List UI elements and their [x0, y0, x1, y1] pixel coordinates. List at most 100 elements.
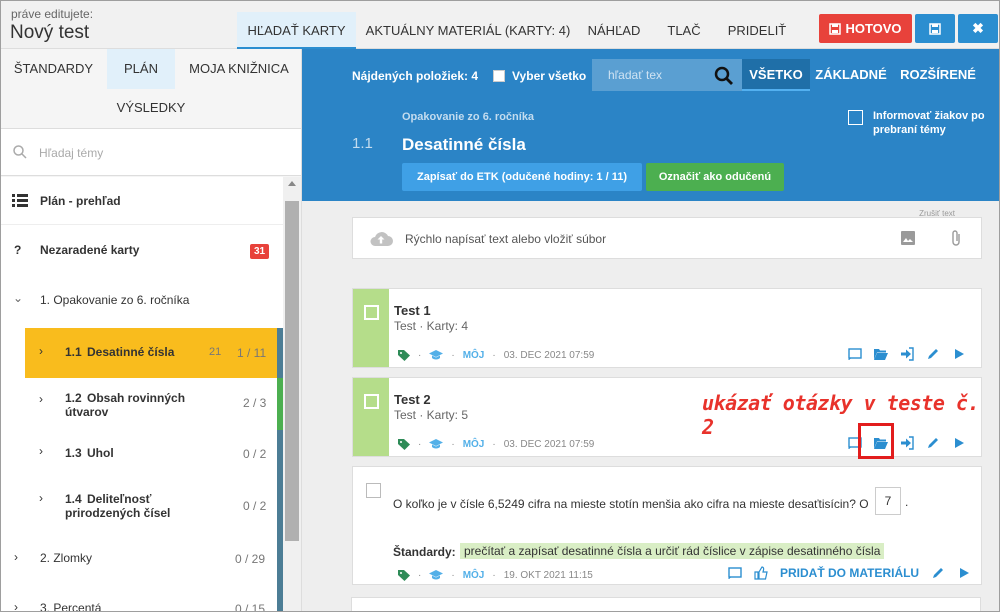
tree-item-chapter-1[interactable]: ⌄ 1. Opakovanie zo 6. ročníka — [1, 275, 283, 325]
close-button[interactable]: ✖ — [958, 14, 998, 43]
select-all-label: Vyber všetko — [512, 69, 587, 83]
chevron-right-icon: › — [14, 550, 18, 564]
chevron-right-icon: › — [39, 344, 43, 358]
thumbs-up-icon[interactable] — [754, 566, 768, 580]
tree-item-chapter-3[interactable]: › 3. Percentá 0 / 15 — [1, 586, 283, 612]
tree-item-progress: 0 / 2 — [243, 447, 267, 461]
tag-icon[interactable] — [398, 349, 410, 361]
filter-extended[interactable]: ROZŠÍRENÉ — [898, 59, 978, 91]
card-question[interactable]: O koľko je v čísle 6,5249 cifra na miest… — [352, 466, 982, 585]
filter-basic[interactable]: ZÁKLADNÉ — [814, 59, 888, 91]
tree-item-progress: 0 / 29 — [235, 552, 266, 566]
tab-print[interactable]: TLAČ — [655, 12, 713, 49]
tree-item-label: Deliteľnosť — [87, 492, 152, 506]
inform-students-label: Informovať žiakov po prebraní témy — [873, 110, 985, 136]
graduation-cap-icon — [429, 350, 444, 360]
section-number: 1.1 — [352, 135, 373, 152]
tree-item-plan-overview[interactable]: Plán - prehľad — [1, 177, 283, 225]
card-date: 03. DEC 2021 07:59 — [503, 438, 595, 450]
question-text-end: . — [905, 495, 909, 509]
tab-my-library[interactable]: MOJA KNIŽNICA — [176, 49, 301, 89]
test-name: Nový test — [10, 22, 90, 43]
card-checkbox[interactable] — [364, 305, 379, 320]
tree-item-num: 1.2 — [65, 391, 82, 405]
tree-item-1-2[interactable]: › 1.2 Obsah rovinných útvarov 2 / 3 — [25, 378, 283, 430]
pencil-icon[interactable] — [931, 566, 945, 580]
tab-standards[interactable]: ŠTANDARDY — [1, 49, 106, 89]
tree-item-1-3[interactable]: › 1.3 Uhol 0 / 2 — [25, 430, 283, 478]
cast-icon[interactable] — [848, 347, 862, 361]
save-icon — [829, 22, 842, 35]
graduation-cap-icon — [429, 570, 444, 580]
sign-in-icon[interactable] — [900, 347, 914, 361]
tree-item-unassigned[interactable]: ? Nezaradené karty 31 — [1, 225, 283, 275]
card-tools: PRIDAŤ DO MATERIÁLU — [728, 565, 971, 581]
close-icon: ✖ — [972, 20, 984, 36]
save-button[interactable] — [915, 14, 955, 43]
tag-icon[interactable] — [398, 569, 410, 581]
tree-item-1-1[interactable]: › 1.1 Desatinné čísla 21 1 / 11 — [25, 328, 283, 378]
chevron-right-icon: › — [39, 392, 43, 406]
tag-icon[interactable] — [398, 438, 410, 450]
tree-item-progress: 0 / 15 — [235, 602, 266, 612]
mark-taught-button[interactable]: Označiť ako odučenú — [646, 163, 784, 191]
card-search-input[interactable]: hľadať tex — [592, 59, 742, 91]
play-icon[interactable] — [957, 566, 971, 580]
scroll-thumb[interactable] — [285, 201, 299, 541]
play-icon[interactable] — [952, 347, 966, 361]
cast-icon[interactable] — [728, 566, 742, 580]
graduation-cap-icon — [429, 439, 444, 449]
filter-all[interactable]: VŠETKO — [742, 59, 810, 91]
done-button[interactable]: HOTOVO — [819, 14, 912, 43]
search-icon — [13, 145, 27, 159]
scroll-up-arrow-icon[interactable] — [288, 181, 296, 186]
found-count: Nájdených položiek: 4 — [352, 69, 479, 83]
tree-scrollbar[interactable] — [283, 177, 301, 611]
tree-item-label: 2. Zlomky — [40, 551, 93, 565]
quick-entry-placeholder: Rýchlo napísať text alebo vložiť súbor — [405, 232, 607, 246]
cloud-upload-icon — [370, 232, 393, 246]
inform-students-checkbox[interactable] — [848, 110, 863, 125]
card-subtitle: Test · Karty: 4 — [394, 319, 469, 333]
tab-plan[interactable]: PLÁN — [107, 49, 175, 89]
card-meta: · · MÔJ · 19. OKT 2021 11:15 — [398, 568, 593, 582]
card-checkbox[interactable] — [366, 483, 381, 498]
tab-results[interactable]: VÝSLEDKY — [101, 88, 201, 128]
tab-assign[interactable]: PRIDELIŤ — [717, 12, 797, 49]
quick-entry-hint: Zrušiť text — [919, 209, 955, 218]
write-to-etk-button[interactable]: Zapísať do ETK (odučené hodiny: 1 / 11) — [402, 163, 642, 191]
topic-search-placeholder: Hľadaj témy — [39, 146, 104, 160]
owner-label: MÔJ — [462, 349, 485, 361]
app-window: práve editujete: Nový test HĽADAŤ KARTY … — [0, 0, 1000, 612]
chevron-right-icon: › — [39, 491, 43, 505]
topic-search[interactable]: Hľadaj témy — [1, 128, 301, 176]
quick-entry[interactable]: Zrušiť text Rýchlo napísať text alebo vl… — [352, 209, 982, 259]
folder-open-icon[interactable] — [874, 347, 888, 361]
annotation-highlight-box — [858, 423, 894, 459]
section-header: Nájdených položiek: 4 Vyber všetko hľada… — [302, 49, 999, 201]
card-strip — [353, 289, 389, 367]
tree-item-chapter-2[interactable]: › 2. Zlomky 0 / 29 — [1, 536, 283, 586]
tree-item-label: 1. Opakovanie zo 6. ročníka — [40, 293, 190, 307]
answer-field[interactable]: 7 — [875, 487, 901, 515]
tree-item-num: 1.3 — [65, 446, 82, 460]
card-checkbox[interactable] — [364, 394, 379, 409]
card-date: 19. OKT 2021 11:15 — [503, 569, 593, 581]
question-text: O koľko je v čísle 6,5249 cifra na miest… — [393, 497, 869, 511]
tab-preview[interactable]: NÁHĽAD — [579, 12, 649, 49]
image-icon[interactable] — [901, 231, 915, 245]
tree-item-num: 1.4 — [65, 492, 82, 506]
tree-item-label: 3. Percentá — [40, 601, 102, 612]
select-all-checkbox[interactable] — [493, 70, 505, 82]
tab-search-cards[interactable]: HĽADAŤ KARTY — [237, 12, 356, 49]
editing-label: práve editujete: — [11, 7, 94, 21]
paperclip-icon[interactable] — [951, 229, 961, 247]
add-to-material-button[interactable]: PRIDAŤ DO MATERIÁLU — [780, 566, 919, 580]
search-icon[interactable] — [714, 66, 734, 86]
card-search-placeholder: hľadať tex — [608, 68, 663, 82]
pencil-icon[interactable] — [926, 347, 940, 361]
card-meta: · · MÔJ · 03. DEC 2021 07:59 — [398, 437, 594, 451]
tab-current-material[interactable]: AKTUÁLNY MATERIÁL (KARTY: 4) — [361, 12, 575, 49]
tree-item-1-4[interactable]: › 1.4 Deliteľnosť prirodzených čísel 0 /… — [25, 478, 283, 536]
card-test-1[interactable]: Test 1 Test · Karty: 4 · · MÔJ · 03. DEC… — [352, 288, 982, 368]
